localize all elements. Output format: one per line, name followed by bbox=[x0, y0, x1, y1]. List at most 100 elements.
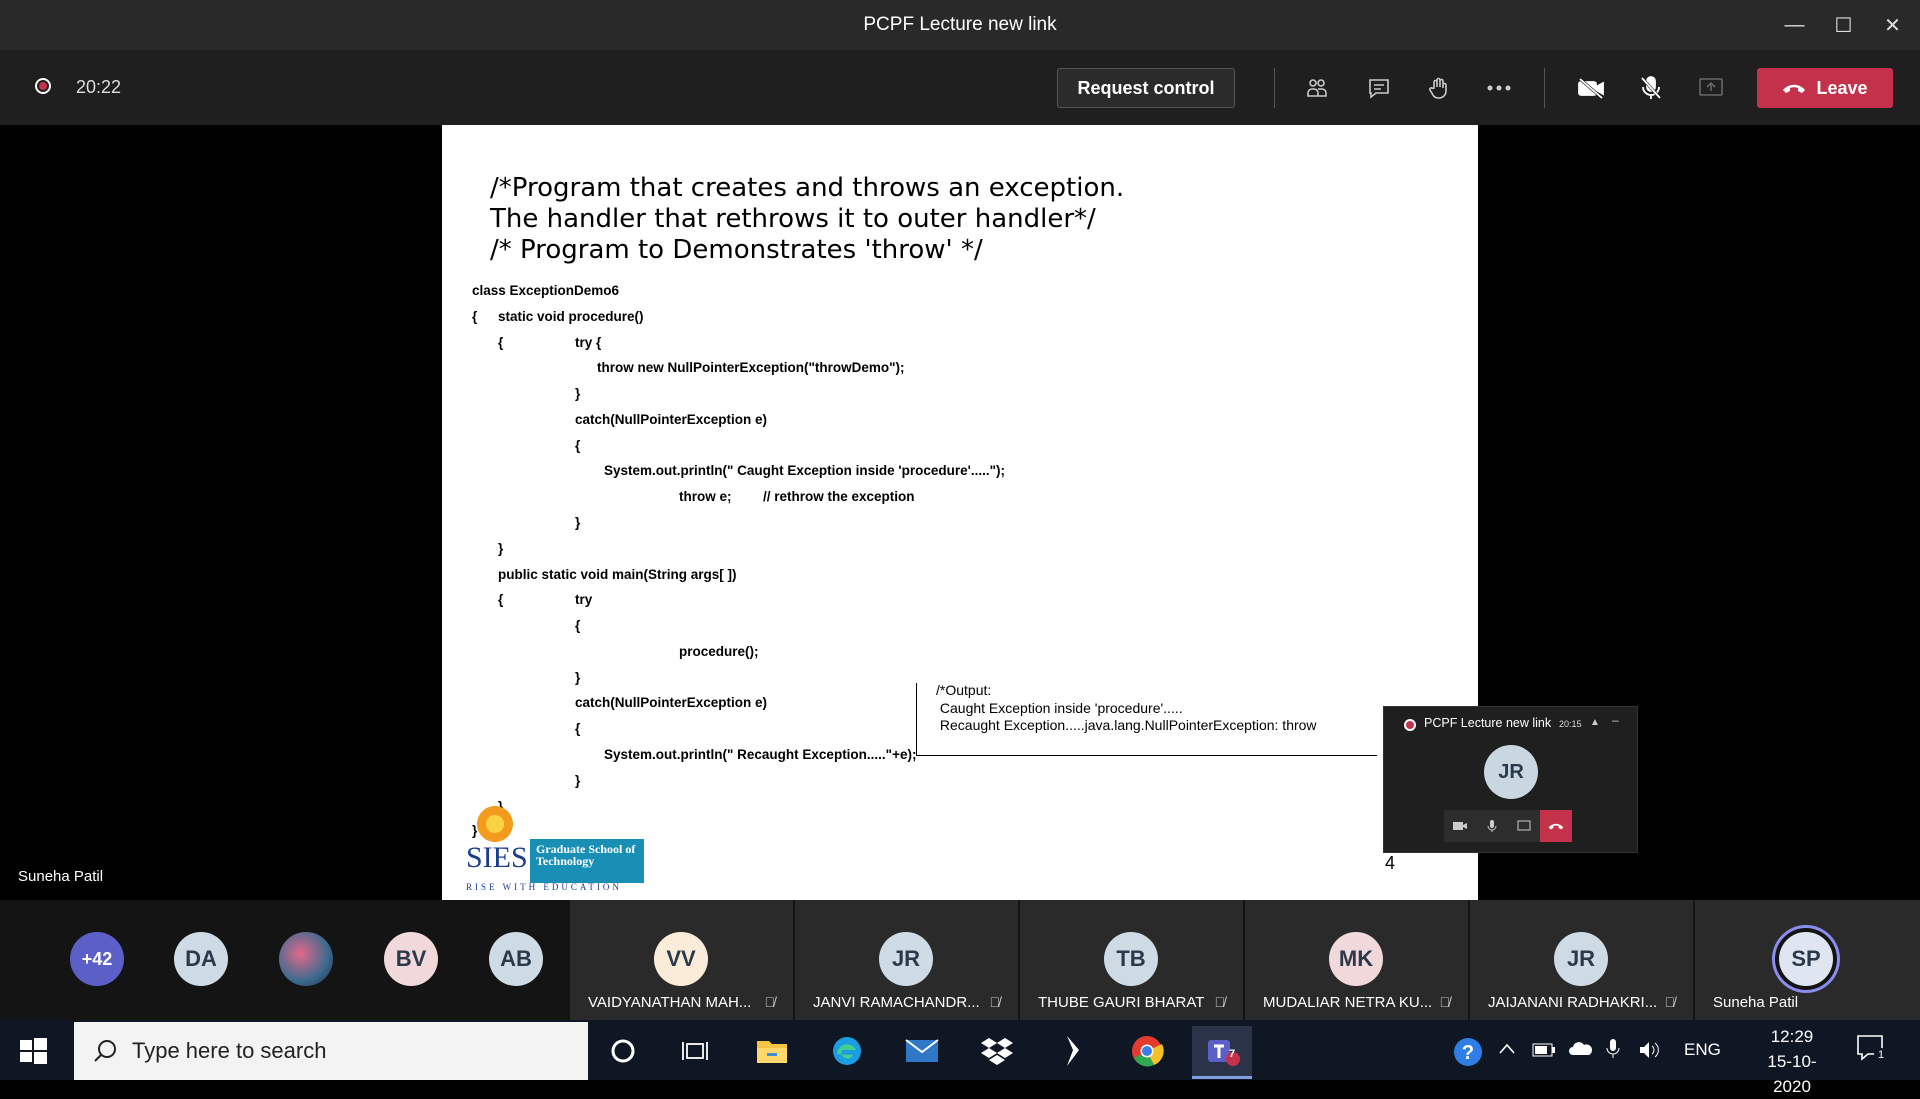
notification-center-icon[interactable]: 1 bbox=[1856, 1034, 1888, 1067]
microphone-icon[interactable] bbox=[1606, 1038, 1620, 1065]
leave-button[interactable]: Leave bbox=[1757, 68, 1893, 108]
comment-line: The handler that rethrows it to outer ha… bbox=[490, 204, 1096, 234]
code-line: try { bbox=[575, 335, 602, 350]
more-options-icon[interactable] bbox=[1480, 70, 1518, 106]
code-line: catch(NullPointerException e) bbox=[575, 412, 768, 427]
avatar-photo bbox=[279, 932, 333, 986]
code-line: class ExceptionDemo6 bbox=[472, 283, 620, 298]
participant-tile[interactable]: JR JAIJANANI RADHAKRI... 🎙̸ bbox=[1470, 900, 1693, 1020]
participant-name: THUBE GAURI BHARAT bbox=[1038, 994, 1205, 1011]
mic-off-icon[interactable] bbox=[1632, 70, 1670, 106]
divider bbox=[1274, 68, 1275, 108]
teams-notification-badge: 7 bbox=[1229, 1048, 1236, 1060]
maximize-icon[interactable]: ☐ bbox=[1819, 0, 1868, 50]
clock-date: 15-10-2020 bbox=[1767, 1052, 1817, 1096]
participant-name: MUDALIAR NETRA KU... bbox=[1263, 994, 1433, 1011]
participant-tile[interactable]: MK MUDALIAR NETRA KU... 🎙̸ bbox=[1245, 900, 1468, 1020]
code-line: } bbox=[575, 773, 581, 788]
avatar: JR bbox=[1484, 745, 1538, 799]
share-screen-icon[interactable] bbox=[1692, 70, 1730, 106]
code-line: System.out.println(" Caught Exception in… bbox=[604, 463, 1006, 478]
code-line: { bbox=[498, 592, 504, 607]
presenter-name: Suneha Patil bbox=[18, 868, 104, 885]
chrome-icon[interactable] bbox=[1117, 1026, 1177, 1076]
code-line: { bbox=[498, 335, 504, 350]
logo-tagline: RISE WITH EDUCATION bbox=[466, 882, 622, 892]
volume-icon[interactable] bbox=[1638, 1040, 1662, 1065]
chat-icon[interactable] bbox=[1360, 70, 1398, 106]
overflow-participants-badge[interactable]: +42 bbox=[70, 932, 124, 986]
code-line: procedure(); bbox=[679, 644, 759, 659]
code-line: } bbox=[498, 541, 504, 556]
code-line: { bbox=[575, 721, 581, 736]
onedrive-icon[interactable] bbox=[1568, 1040, 1594, 1061]
participant-name: Suneha Patil bbox=[1713, 994, 1799, 1011]
code-line: catch(NullPointerException e) bbox=[575, 695, 768, 710]
mini-call-window[interactable]: PCPF Lecture new link 20:15 ▲ – JR bbox=[1383, 706, 1638, 853]
mini-window-time: 20:15 bbox=[1559, 719, 1582, 729]
mic-muted-icon: 🎙̸ bbox=[1439, 994, 1451, 1010]
code-line: // rethrow the exception bbox=[763, 489, 915, 504]
app-icon[interactable] bbox=[1042, 1026, 1102, 1076]
avatar: JR bbox=[879, 932, 933, 986]
language-indicator[interactable]: ENG bbox=[1684, 1040, 1721, 1060]
code-line: throw new NullPointerException("throwDem… bbox=[597, 360, 905, 375]
search-placeholder: Type here to search bbox=[132, 1038, 327, 1063]
participant-name: VAIDYANATHAN MAH... bbox=[588, 994, 752, 1011]
participant-name: JANVI RAMACHANDR... bbox=[813, 994, 980, 1011]
battery-icon[interactable] bbox=[1532, 1042, 1556, 1062]
participant-tile[interactable]: VV VAIDYANATHAN MAH... 🎙̸ bbox=[570, 900, 793, 1020]
comment-line: /* Program to Demonstrates 'throw' */ bbox=[490, 235, 983, 265]
avatar: SP bbox=[1779, 932, 1833, 986]
raise-hand-icon[interactable] bbox=[1420, 70, 1458, 106]
request-control-button[interactable]: Request control bbox=[1057, 68, 1235, 108]
windows-start-icon[interactable] bbox=[16, 1034, 50, 1068]
window-controls: — ☐ ✕ bbox=[1770, 0, 1917, 50]
code-line: } bbox=[575, 670, 581, 685]
participant-tile[interactable]: JR JANVI RAMACHANDR... 🎙̸ bbox=[795, 900, 1018, 1020]
close-icon[interactable]: ✕ bbox=[1868, 0, 1917, 50]
mic-muted-icon: 🎙̸ bbox=[1214, 994, 1226, 1010]
avatar: VV bbox=[654, 932, 708, 986]
mail-icon[interactable] bbox=[892, 1026, 952, 1076]
title-bar: PCPF Lecture new link bbox=[0, 0, 1920, 50]
avatar: AB bbox=[489, 932, 543, 986]
file-explorer-icon[interactable] bbox=[742, 1026, 802, 1076]
minimize-icon[interactable]: – bbox=[1612, 713, 1619, 727]
code-line: } bbox=[575, 386, 581, 401]
task-view-icon[interactable] bbox=[665, 1026, 725, 1076]
dropbox-icon[interactable] bbox=[967, 1026, 1027, 1076]
participant-tile[interactable]: TB THUBE GAURI BHARAT 🎙̸ bbox=[1020, 900, 1243, 1020]
help-icon[interactable]: ? bbox=[1452, 1036, 1484, 1073]
comment-line: /*Program that creates and throws an exc… bbox=[490, 173, 1125, 203]
code-line: } bbox=[575, 515, 581, 530]
clock-time: 12:29 bbox=[1770, 1027, 1814, 1046]
mic-muted-icon: 🎙̸ bbox=[1664, 994, 1676, 1010]
participants-icon[interactable] bbox=[1298, 70, 1336, 106]
avatar: JR bbox=[1554, 932, 1608, 986]
edge-browser-icon[interactable] bbox=[817, 1026, 877, 1076]
share-icon[interactable] bbox=[1508, 810, 1540, 842]
chevron-up-icon[interactable] bbox=[1498, 1040, 1516, 1060]
output-line: Recaught Exception.....java.lang.NullPoi… bbox=[936, 717, 1317, 733]
mic-icon[interactable] bbox=[1476, 810, 1508, 842]
code-line: System.out.println(" Recaught Exception.… bbox=[604, 747, 917, 762]
avatar: BV bbox=[384, 932, 438, 986]
taskbar-search[interactable]: Type here to search bbox=[74, 1022, 588, 1080]
minimize-icon[interactable]: — bbox=[1770, 0, 1819, 50]
notification-count-badge: 1 bbox=[1874, 1048, 1888, 1062]
hang-up-icon[interactable] bbox=[1540, 810, 1572, 842]
slide-page-number: 4 bbox=[1385, 853, 1396, 873]
teams-icon[interactable]: 7 bbox=[1192, 1026, 1252, 1076]
participant-name: JAIJANANI RADHAKRI... bbox=[1488, 994, 1658, 1011]
mini-window-title: PCPF Lecture new link bbox=[1424, 716, 1552, 730]
cortana-icon[interactable] bbox=[593, 1026, 653, 1076]
divider bbox=[1544, 68, 1545, 108]
camera-icon[interactable] bbox=[1444, 810, 1476, 842]
camera-off-icon[interactable] bbox=[1572, 70, 1610, 106]
avatar: TB bbox=[1104, 932, 1158, 986]
window-title: PCPF Lecture new link bbox=[863, 14, 1057, 35]
participant-tile-speaking[interactable]: SP Suneha Patil bbox=[1695, 900, 1920, 1020]
sun-logo-icon bbox=[474, 803, 516, 845]
taskbar-clock[interactable]: 12:29 15-10-2020 bbox=[1752, 1024, 1832, 1099]
